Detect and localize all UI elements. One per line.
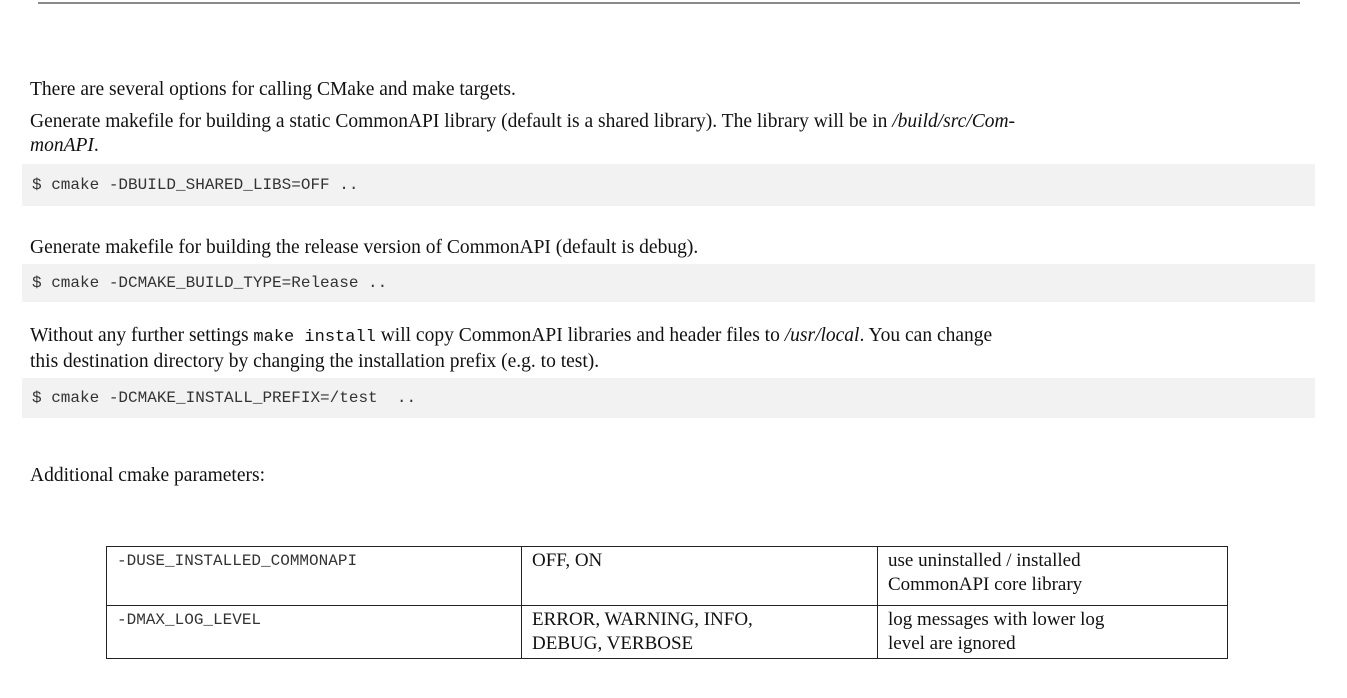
values-cell: OFF, ON xyxy=(521,546,878,606)
param-cell: -DMAX_LOG_LEVEL xyxy=(106,605,522,659)
text: will copy CommonAPI libraries and header… xyxy=(375,325,785,346)
inline-code: make install xyxy=(253,328,376,347)
desc-cell: use uninstalled / installed CommonAPI cor… xyxy=(877,546,1228,606)
text: Generate makefile for building a static … xyxy=(30,111,893,132)
intro-paragraph: There are several options for calling CM… xyxy=(30,79,516,100)
code-block-static: $ cmake -DBUILD_SHARED_LIBS=OFF .. xyxy=(22,164,1315,206)
text: this destination directory by changing t… xyxy=(30,351,600,372)
desc-cell: log messages with lower log level are ign… xyxy=(877,605,1228,659)
text: Without any further settings xyxy=(30,325,254,346)
top-rule xyxy=(38,2,1300,4)
text: . xyxy=(93,135,99,156)
code-block-release: $ cmake -DCMAKE_BUILD_TYPE=Release .. xyxy=(22,264,1315,302)
param-cell: -DUSE_INSTALLED_COMMONAPI xyxy=(106,546,522,606)
table-row: -DUSE_INSTALLED_COMMONAPI OFF, ON use un… xyxy=(106,546,1228,606)
path: monAPI xyxy=(30,135,94,156)
path: /build/src/Com- xyxy=(892,111,1016,132)
release-paragraph: Generate makefile for building the relea… xyxy=(30,237,699,258)
additional-label: Additional cmake parameters: xyxy=(30,465,265,486)
values-cell: ERROR, WARNING, INFO, DEBUG, VERBOSE xyxy=(521,605,878,659)
install-paragraph: Without any further settings make instal… xyxy=(30,324,1320,374)
static-lib-paragraph: Generate makefile for building a static … xyxy=(30,110,1320,158)
table-row: -DMAX_LOG_LEVEL ERROR, WARNING, INFO, DEB… xyxy=(106,605,1228,659)
path: /usr/local xyxy=(784,325,860,346)
text: . You can change xyxy=(859,325,993,346)
params-table: -DUSE_INSTALLED_COMMONAPI OFF, ON use un… xyxy=(106,546,1228,659)
code-block-install: $ cmake -DCMAKE_INSTALL_PREFIX=/test .. xyxy=(22,378,1315,418)
